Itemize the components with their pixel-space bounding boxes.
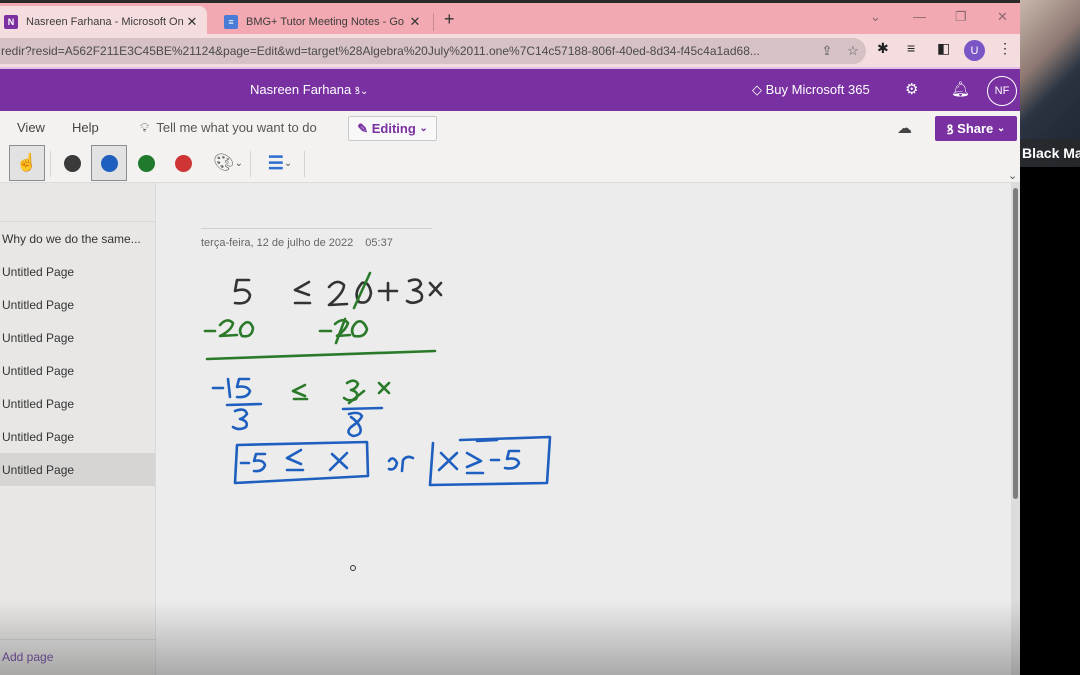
webcam-video: Black Ma (1020, 0, 1080, 167)
pen-color-red[interactable] (165, 145, 201, 181)
new-tab-button[interactable]: + (444, 9, 455, 30)
tab-separator (433, 13, 434, 31)
divider (304, 151, 305, 177)
page-list-item[interactable]: Untitled Page (0, 354, 155, 387)
vertical-scrollbar[interactable] (1011, 183, 1020, 675)
people-icon: ꝸ (946, 121, 954, 137)
hand-draw-icon: ☝ (16, 153, 38, 172)
side-panel-icon[interactable]: ◧ (937, 40, 950, 57)
touch-draw-button[interactable]: ☝ (9, 145, 45, 181)
sync-status-icon[interactable]: ☁ (897, 119, 912, 137)
ribbon: View Help 💡︎ Tell me what you want to do… (0, 111, 1020, 183)
close-window-button[interactable]: ✕ (997, 9, 1008, 25)
share-label: Share (957, 121, 994, 136)
page-list-item[interactable]: Untitled Page (0, 255, 155, 288)
restore-button[interactable]: ❐ (955, 9, 967, 25)
scrollbar-thumb[interactable] (1013, 188, 1018, 499)
pen-thickness-dropdown[interactable]: ☰ ⌄ (260, 145, 300, 181)
color-swatch (137, 154, 155, 172)
collapse-ribbon-icon[interactable]: ⌄ (1008, 169, 1017, 182)
divider (250, 151, 251, 177)
ink-drawing[interactable] (157, 183, 1010, 675)
editing-mode-button[interactable]: ✎ Editing ⌄ (348, 116, 437, 141)
share-page-icon[interactable]: ⇪ (814, 43, 840, 59)
palette-icon: 🎨︎ (213, 153, 235, 172)
add-page-button[interactable]: Add page (2, 650, 53, 664)
owner-name: Nasreen Farhana (250, 82, 352, 97)
buy-label: Buy Microsoft 365 (765, 82, 870, 97)
share-button[interactable]: ꝸ Share ⌄ (935, 116, 1017, 141)
tab-google-docs[interactable]: ≡ BMG+ Tutor Meeting Notes - Go ✕ (218, 6, 430, 37)
profile-avatar[interactable]: U (964, 40, 985, 61)
page-list-item[interactable]: Why do we do the same... (0, 222, 155, 255)
ink-line-1 (233, 278, 443, 307)
app-header: Nasreen Farhana ꝸ⌄ ◇ Buy Microsoft 365 ⚙… (0, 67, 1020, 111)
extensions-icon[interactable]: ✱ (877, 40, 889, 57)
lightbulb-icon: 💡︎ (140, 120, 150, 135)
page-list-header (0, 183, 155, 222)
pen-cursor (350, 565, 356, 571)
page-list-item[interactable]: Untitled Page (0, 420, 155, 453)
close-tab-icon[interactable]: ✕ (406, 14, 424, 30)
people-icon: ꝸ⌄ (354, 86, 369, 97)
chevron-down-icon: ⌄ (283, 157, 293, 169)
menu-help[interactable]: Help (72, 120, 99, 135)
close-tab-icon[interactable]: ✕ (183, 14, 201, 30)
minimize-button[interactable]: — (913, 9, 926, 24)
pen-color-blue[interactable] (91, 145, 127, 181)
tell-me-text: Tell me what you want to do (156, 120, 317, 135)
chevron-down-icon: ⌄ (419, 123, 428, 134)
settings-gear-icon[interactable]: ⚙ (905, 80, 918, 98)
onenote-icon: N (4, 14, 18, 29)
pencil-icon: ✎ (357, 120, 369, 136)
tab-search-icon[interactable]: ⌄ (870, 9, 881, 25)
color-swatch (100, 154, 118, 172)
notifications-bell-icon[interactable]: 🔔︎ (951, 80, 970, 98)
tab-onenote[interactable]: N Nasreen Farhana - Microsoft One ✕ (0, 6, 207, 37)
account-avatar[interactable]: NF (987, 76, 1017, 106)
notebook-owner[interactable]: Nasreen Farhana ꝸ⌄ (250, 82, 368, 97)
page-list-item[interactable]: Untitled Page (0, 288, 155, 321)
page-list: Why do we do the same... Untitled Page Unt… (0, 183, 156, 675)
buy-microsoft-365-link[interactable]: ◇ Buy Microsoft 365 (752, 82, 870, 98)
pen-color-black[interactable] (54, 145, 90, 181)
google-docs-icon: ≡ (224, 14, 238, 29)
color-swatch (63, 154, 81, 172)
ink-line-2 (203, 271, 437, 405)
editing-label: Editing (371, 121, 416, 136)
color-swatch (174, 154, 192, 172)
chevron-down-icon: ⌄ (996, 123, 1006, 134)
ink-line-3 (211, 377, 552, 487)
menu-view[interactable]: View (17, 120, 45, 135)
browser-window: N Nasreen Farhana - Microsoft One ✕ ≡ BM… (0, 0, 1020, 675)
divider (50, 151, 51, 177)
tab-strip: N Nasreen Farhana - Microsoft One ✕ ≡ BM… (0, 0, 1020, 37)
bookmark-star-icon[interactable]: ☆ (840, 43, 866, 59)
line-thickness-icon: ☰ (267, 152, 284, 173)
browser-menu-icon[interactable]: ⋮ (998, 40, 1012, 57)
address-bar[interactable]: redir?resid=A562F211E3C45BE%21124&page=E… (0, 38, 866, 64)
chevron-down-icon: ⌄ (234, 157, 243, 169)
divider (0, 639, 156, 640)
pages: Why do we do the same... Untitled Page Unt… (0, 222, 155, 486)
tab-title: BMG+ Tutor Meeting Notes - Go (246, 15, 405, 28)
url-text[interactable]: redir?resid=A562F211E3C45BE%21124&page=E… (0, 44, 814, 58)
more-colors-dropdown[interactable]: 🎨︎ ⌄ (208, 145, 248, 181)
participant-name: Black Ma (1020, 139, 1080, 167)
tell-me-search[interactable]: 💡︎ Tell me what you want to do (140, 120, 317, 136)
pen-color-green[interactable] (128, 145, 164, 181)
media-playlist-icon[interactable]: ≡ (907, 40, 915, 56)
note-canvas[interactable]: terça-feira, 12 de julho de 2022 05:37 (157, 183, 1010, 675)
toolbar: redir?resid=A562F211E3C45BE%21124&page=E… (0, 34, 1020, 67)
tab-title: Nasreen Farhana - Microsoft One (26, 15, 183, 28)
diamond-icon: ◇ (752, 82, 762, 97)
page-list-item[interactable]: Untitled Page (0, 321, 155, 354)
page-list-item[interactable]: Untitled Page (0, 387, 155, 420)
page-list-item[interactable]: Untitled Page (0, 453, 155, 486)
